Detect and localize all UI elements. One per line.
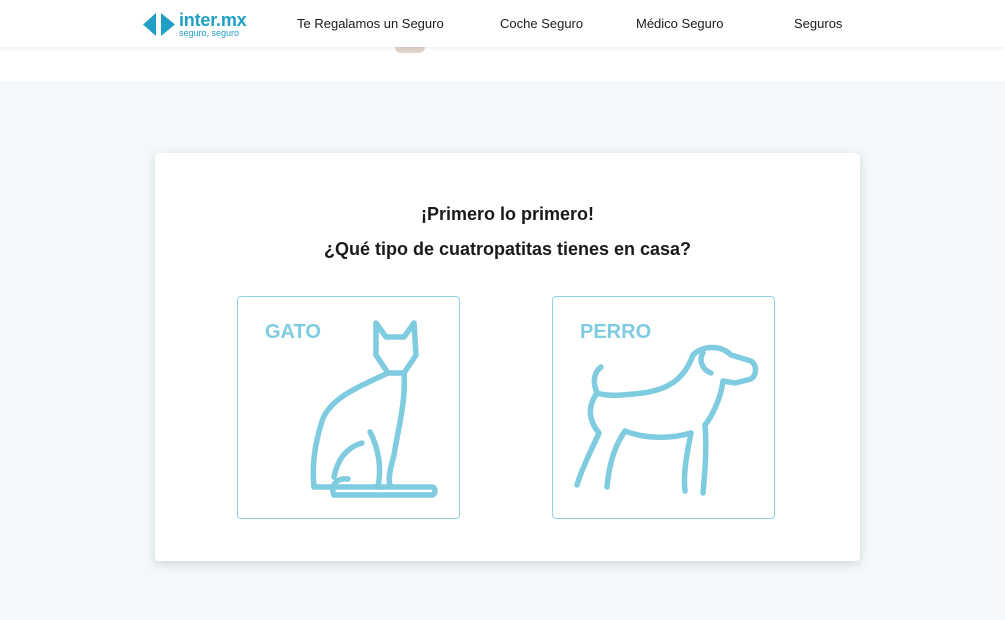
nav-link-coche-seguro[interactable]: Coche Seguro [500,16,583,31]
card-heading: ¡Primero lo primero! [420,204,595,224]
logo-tagline: seguro, seguro [179,27,240,38]
logo-text: inter.mx seguro, seguro [179,9,247,38]
card-question: ¿Qué tipo de cuatropatitas tienes en cas… [323,239,692,259]
pet-type-card: ¡Primero lo primero! ¿Qué tipo de cuatro… [155,153,860,561]
option-dog-button[interactable]: PERRO [552,296,775,519]
page: inter.mx seguro, seguro Te Regalamos un … [0,0,1005,620]
header-subband [0,47,1005,81]
cat-icon [310,320,438,498]
nav-link-seguros[interactable]: Seguros [794,16,842,31]
logo-name: inter.mx [179,9,247,30]
option-cat-button[interactable]: GATO [237,296,460,519]
nav-link-te-regalamos-un-seguro[interactable]: Te Regalamos un Seguro [297,16,444,31]
pet-image [395,47,425,53]
site-header: inter.mx seguro, seguro Te Regalamos un … [0,0,1005,47]
site-logo[interactable]: inter.mx seguro, seguro [142,9,247,38]
nav-link-medico-seguro[interactable]: Médico Seguro [636,16,723,31]
logo-mark-icon [143,13,175,36]
dog-icon [574,344,759,496]
